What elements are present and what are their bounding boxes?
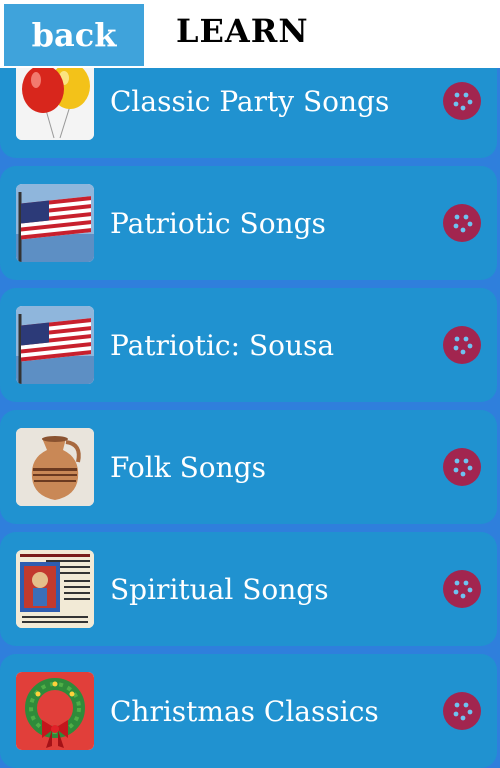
us-flag-icon (16, 184, 94, 262)
back-button[interactable]: back (4, 4, 144, 66)
illuminated-manuscript-icon (16, 550, 94, 628)
list-item-spiritual-songs[interactable]: Spiritual Songs (0, 532, 497, 646)
list-item-folk-songs[interactable]: Folk Songs (0, 410, 497, 524)
list-item-label: Spiritual Songs (110, 572, 329, 606)
list-item-label: Christmas Classics (110, 694, 379, 728)
top-bar: back LEARN (0, 0, 500, 68)
list-item-label: Patriotic Songs (110, 206, 326, 240)
more-options-icon[interactable] (443, 82, 481, 120)
category-list: Classic Party Songs Patriotic Songs Patr… (0, 0, 500, 768)
list-item-christmas-classics[interactable]: Christmas Classics (0, 654, 497, 768)
more-options-icon[interactable] (443, 570, 481, 608)
more-options-icon[interactable] (443, 448, 481, 486)
balloons-icon (16, 62, 94, 140)
list-item-label: Folk Songs (110, 450, 266, 484)
list-item-patriotic-sousa[interactable]: Patriotic: Sousa (0, 288, 497, 402)
list-item-label: Patriotic: Sousa (110, 328, 335, 362)
more-options-icon[interactable] (443, 692, 481, 730)
pottery-jug-icon (16, 428, 94, 506)
more-options-icon[interactable] (443, 204, 481, 242)
list-item-patriotic-songs[interactable]: Patriotic Songs (0, 166, 497, 280)
more-options-icon[interactable] (443, 326, 481, 364)
wreath-icon (16, 672, 94, 750)
us-flag-icon (16, 306, 94, 384)
page-title: LEARN (176, 12, 309, 50)
